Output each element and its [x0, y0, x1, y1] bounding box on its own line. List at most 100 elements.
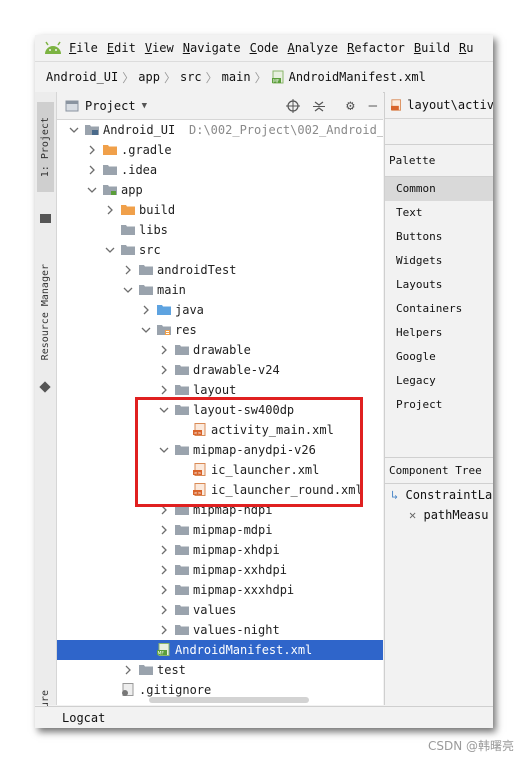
tree-folder-row[interactable]: values-night — [57, 620, 383, 640]
component-tree-title: Component Tree — [389, 464, 482, 477]
palette-category-common[interactable]: Common — [385, 177, 493, 201]
logcat-tab[interactable]: Logcat — [62, 711, 105, 725]
breadcrumb-src[interactable]: src — [180, 70, 202, 84]
chevron-right-icon[interactable] — [159, 584, 169, 596]
palette-category-google[interactable]: Google — [385, 345, 493, 369]
resource-manager-tab-label: Resource Manager — [40, 263, 51, 361]
component-tree-item-label: pathMeasu — [423, 508, 489, 522]
tree-folder-row[interactable]: src — [57, 240, 383, 260]
grey-folder-icon — [175, 563, 189, 576]
chevron-right-icon[interactable] — [159, 384, 169, 396]
chevron-right-icon[interactable] — [87, 164, 97, 176]
tree-folder-row[interactable]: androidTest — [57, 260, 383, 280]
tree-folder-row[interactable]: libs — [57, 220, 383, 240]
palette-category-buttons[interactable]: Buttons — [385, 225, 493, 249]
tree-folder-row[interactable]: build — [57, 200, 383, 220]
tree-item-label: libs — [139, 223, 168, 237]
tree-item-label: mipmap-xxxhdpi — [193, 583, 295, 597]
breadcrumb-app[interactable]: app — [138, 70, 160, 84]
palette-category-project[interactable]: Project — [385, 393, 493, 417]
menu-view[interactable]: View — [145, 41, 174, 55]
chevron-down-icon[interactable]: ▼ — [142, 101, 147, 111]
chevron-down-icon[interactable] — [87, 184, 97, 196]
breadcrumb-project[interactable]: Android_UI — [46, 70, 118, 84]
tree-item-label: java — [175, 303, 204, 317]
chevron-right-icon[interactable] — [105, 204, 115, 216]
tree-item-label: values — [193, 603, 237, 617]
menu-navigate[interactable]: Navigate — [183, 41, 241, 55]
constraint-layout-icon: ↳ — [391, 488, 399, 502]
chevron-right-icon: 〉 — [122, 70, 135, 85]
collapse-all-icon[interactable] — [312, 99, 326, 113]
component-tree-header-line — [385, 483, 493, 484]
tree-folder-row[interactable]: drawable — [57, 340, 383, 360]
chevron-right-icon[interactable] — [159, 524, 169, 536]
palette-category-legacy[interactable]: Legacy — [385, 369, 493, 393]
menu-run[interactable]: Ru — [459, 41, 473, 55]
tree-file-row[interactable]: MF AndroidManifest.xml — [57, 640, 383, 660]
chevron-down-icon[interactable] — [69, 124, 79, 136]
chevron-right-icon[interactable] — [159, 604, 169, 616]
tree-folder-row[interactable]: main — [57, 280, 383, 300]
editor-tab[interactable]: layout\activ — [385, 92, 493, 119]
grey-folder-icon — [139, 263, 153, 276]
grey-folder-icon — [103, 163, 117, 176]
locate-icon[interactable] — [286, 98, 301, 113]
chevron-right-icon[interactable] — [159, 624, 169, 636]
project-view-selector[interactable]: Project — [85, 99, 136, 113]
project-path: D:\002_Project\002_Android_Lea — [189, 123, 383, 137]
menu-refactor[interactable]: Refactor — [347, 41, 405, 55]
component-tree-item[interactable]: ✕ pathMeasu — [409, 508, 489, 522]
tree-folder-row[interactable]: mipmap-xxxhdpi — [57, 580, 383, 600]
tree-folder-row[interactable]: mipmap-mdpi — [57, 520, 383, 540]
tree-folder-row[interactable]: mipmap-xxhdpi — [57, 560, 383, 580]
tree-folder-row[interactable]: mipmap-xhdpi — [57, 540, 383, 560]
palette-title: Palette — [389, 154, 436, 167]
palette-category-helpers[interactable]: Helpers — [385, 321, 493, 345]
breadcrumb-file[interactable]: AndroidManifest.xml — [289, 70, 426, 84]
tree-folder-row[interactable]: .gradle — [57, 140, 383, 160]
minimize-icon[interactable]: — — [369, 98, 377, 114]
gear-icon[interactable]: ⚙ — [346, 98, 354, 114]
chevron-right-icon[interactable] — [123, 264, 133, 276]
chevron-right-icon[interactable] — [159, 344, 169, 356]
chevron-down-icon[interactable] — [123, 284, 133, 296]
tree-folder-row[interactable]: Android_UI D:\002_Project\002_Android_Lea — [57, 120, 383, 140]
horizontal-scrollbar[interactable] — [149, 697, 309, 703]
menu-file[interactable]: File — [69, 41, 98, 55]
palette-category-text[interactable]: Text — [385, 201, 493, 225]
project-panel-header: Project ▼ ⚙ — — [57, 92, 383, 120]
chevron-right-icon[interactable] — [87, 144, 97, 156]
folder-icon — [40, 214, 51, 223]
menu-edit[interactable]: Edit — [107, 41, 136, 55]
tree-folder-row[interactable]: drawable-v24 — [57, 360, 383, 380]
component-tree-item[interactable]: ↳ ConstraintLa — [391, 488, 492, 502]
chevron-right-icon[interactable] — [159, 544, 169, 556]
chevron-down-icon[interactable] — [141, 324, 151, 336]
chevron-down-icon[interactable] — [105, 244, 115, 256]
grey-folder-icon — [175, 343, 189, 356]
resource-manager-tab[interactable]: Resource Manager — [37, 247, 54, 377]
palette-category-widgets[interactable]: Widgets — [385, 249, 493, 273]
menu-build[interactable]: Build — [414, 41, 450, 55]
tree-folder-row[interactable]: java — [57, 300, 383, 320]
tree-folder-row[interactable]: test — [57, 660, 383, 680]
project-tool-tab[interactable]: 1: Project — [37, 102, 54, 192]
menu-code[interactable]: Code — [250, 41, 279, 55]
tree-folder-row[interactable]: app — [57, 180, 383, 200]
palette-category-containers[interactable]: Containers — [385, 297, 493, 321]
tree-folder-row[interactable]: values — [57, 600, 383, 620]
grey-folder-icon — [139, 663, 153, 676]
palette-category-layouts[interactable]: Layouts — [385, 273, 493, 297]
xml-file-icon — [391, 99, 401, 111]
menu-analyze[interactable]: Analyze — [288, 41, 339, 55]
blue-folder-icon — [157, 303, 171, 316]
chevron-right-icon[interactable] — [123, 664, 133, 676]
chevron-right-icon[interactable] — [159, 364, 169, 376]
chevron-right-icon[interactable] — [141, 304, 151, 316]
breadcrumb-main[interactable]: main — [222, 70, 251, 84]
tree-item-label: app — [121, 183, 143, 197]
tree-folder-row[interactable]: .idea — [57, 160, 383, 180]
chevron-right-icon[interactable] — [159, 564, 169, 576]
tree-folder-row[interactable]: res — [57, 320, 383, 340]
